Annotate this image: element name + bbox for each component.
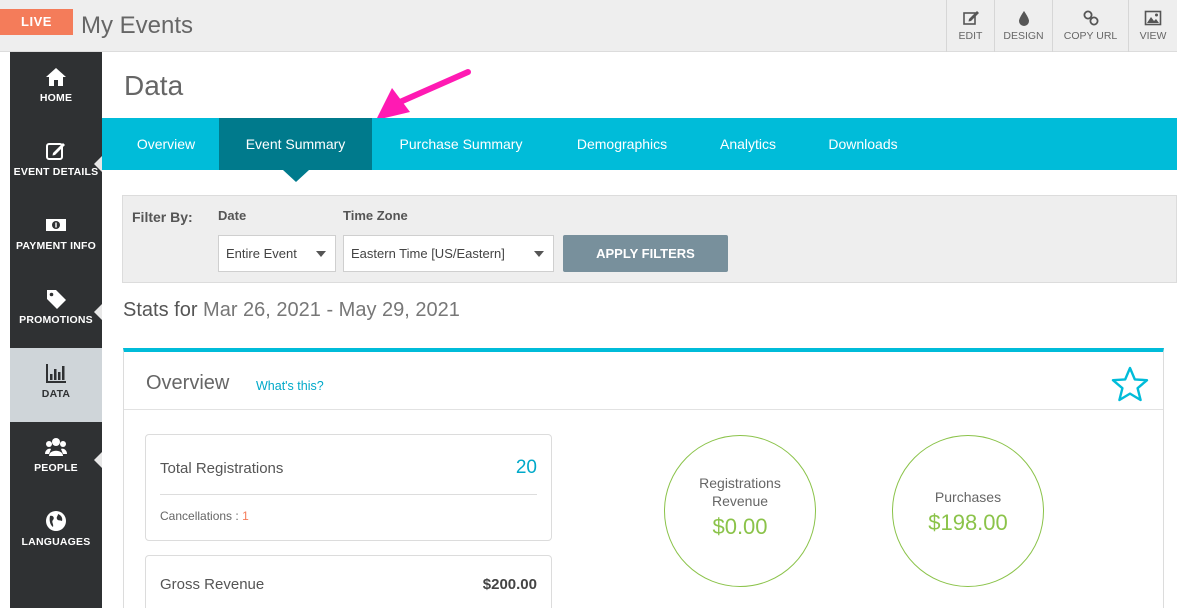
registrations-revenue-label-2: Revenue (711, 493, 769, 509)
edit-icon (46, 143, 65, 160)
purchases-circle: Purchases $198.00 (892, 435, 1044, 587)
edit-icon (962, 11, 979, 25)
tab-purchase-summary[interactable]: Purchase Summary (376, 118, 546, 170)
design-label: DESIGN (1003, 30, 1044, 42)
stats-date-range: Mar 26, 2021 - May 29, 2021 (203, 299, 460, 321)
tab-downloads[interactable]: Downloads (810, 118, 916, 170)
tab-demographics[interactable]: Demographics (557, 118, 687, 170)
copy-url-button[interactable]: COPY URL (1052, 0, 1128, 52)
view-button[interactable]: VIEW (1128, 0, 1177, 52)
date-select[interactable]: Entire Event (218, 235, 336, 272)
sidebar-item-label: DATA (41, 388, 71, 400)
registrations-revenue-label-1: Registrations (699, 475, 781, 491)
timezone-label: Time Zone (343, 208, 408, 223)
total-registrations-label: Total Registrations (160, 460, 284, 477)
edit-button[interactable]: EDIT (946, 0, 994, 52)
sidebar-item-event-details[interactable]: EVENT DETAILS (10, 126, 102, 200)
cancellations-value: 1 (242, 509, 249, 523)
live-badge: LIVE (0, 9, 73, 35)
timezone-select-value: Eastern Time [US/Eastern] (351, 246, 505, 261)
stats-prefix: Stats for (123, 299, 198, 321)
copy-url-label: COPY URL (1063, 30, 1118, 42)
total-registrations-value: 20 (515, 457, 537, 478)
card-divider (160, 494, 537, 495)
registrations-revenue-circle: Registrations Revenue $0.00 (664, 435, 816, 587)
cancellations-label: Cancellations : (160, 509, 239, 523)
edit-label: EDIT (958, 30, 983, 42)
sidebar-notch (94, 156, 102, 172)
home-icon (46, 68, 66, 86)
chevron-down-icon (534, 251, 544, 257)
sidebar-item-payment-info[interactable]: PAYMENT INFO (10, 200, 102, 274)
sidebar-item-label: PEOPLE (34, 462, 78, 474)
sidebar-item-languages[interactable]: LANGUAGES (10, 496, 102, 570)
sidebar-item-data[interactable]: DATA (10, 348, 102, 422)
globe-icon (46, 511, 66, 531)
tag-icon (47, 290, 66, 309)
sidebar-notch (94, 304, 102, 320)
purchases-label: Purchases (934, 489, 1002, 505)
sidebar-item-label: PAYMENT INFO (16, 240, 96, 252)
link-icon (1083, 10, 1098, 26)
sidebar-item-label: PROMOTIONS (19, 314, 93, 326)
tab-bar: Overview Event Summary Purchase Summary … (102, 118, 1177, 170)
banknote-icon (46, 219, 66, 231)
sidebar-item-people[interactable]: PEOPLE (10, 422, 102, 496)
stats-heading: Stats for Mar 26, 2021 - May 29, 2021 (123, 297, 460, 323)
whats-this-link[interactable]: What's this? (256, 379, 324, 393)
gross-revenue-value: $200.00 (482, 576, 537, 593)
tab-overview[interactable]: Overview (114, 118, 218, 170)
app-title: My Events (81, 12, 194, 39)
cancellations-row: Cancellations : 1 (160, 509, 249, 523)
overview-panel: Overview What's this? Total Registration… (123, 348, 1164, 608)
people-icon (45, 438, 67, 456)
sidebar-item-home[interactable]: HOME (10, 52, 102, 126)
page-title: Data (124, 70, 184, 101)
sidebar-item-label: LANGUAGES (21, 536, 91, 548)
chevron-down-icon (316, 251, 326, 257)
sidebar-notch (94, 452, 102, 468)
gross-revenue-label: Gross Revenue (160, 576, 265, 593)
sidebar-item-promotions[interactable]: PROMOTIONS (10, 274, 102, 348)
top-bar: LIVE My Events EDIT DESIGN COPY URL VIEW (0, 0, 1177, 52)
overview-panel-header: Overview What's this? (124, 352, 1163, 410)
sidebar: HOME EVENT DETAILS PAYMENT INFO PROMOTIO… (10, 52, 102, 608)
sidebar-item-label: HOME (39, 92, 73, 104)
date-label: Date (218, 208, 247, 223)
tab-event-summary[interactable]: Event Summary (219, 118, 372, 170)
total-registrations-card: Total Registrations 20 Cancellations : 1 (145, 434, 552, 541)
gross-revenue-card: Gross Revenue $200.00 (145, 555, 552, 608)
droplet-icon (1018, 11, 1029, 26)
purchases-value: $198.00 (928, 510, 1008, 535)
view-label: VIEW (1139, 30, 1167, 42)
overview-title: Overview (146, 372, 230, 394)
date-select-value: Entire Event (226, 246, 297, 261)
star-icon[interactable] (1111, 366, 1149, 402)
apply-filters-button[interactable]: APPLY FILTERS (563, 235, 728, 272)
filter-panel: Filter By: Date Time Zone Entire Event E… (122, 195, 1177, 283)
timezone-select[interactable]: Eastern Time [US/Eastern] (343, 235, 554, 272)
image-icon (1144, 10, 1162, 26)
registrations-revenue-value: $0.00 (712, 514, 768, 539)
tab-analytics[interactable]: Analytics (700, 118, 796, 170)
bar-chart-icon (46, 364, 66, 383)
filter-by-label: Filter By: (132, 209, 193, 225)
sidebar-item-label: EVENT DETAILS (13, 166, 99, 178)
active-tab-indicator (283, 170, 309, 182)
design-button[interactable]: DESIGN (994, 0, 1052, 52)
